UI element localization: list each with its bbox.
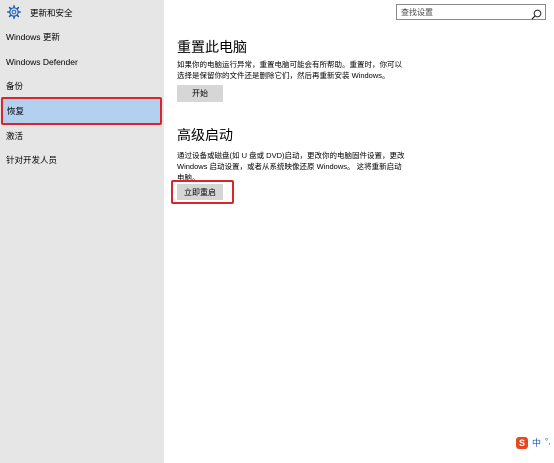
advanced-startup-description: 通过设备或磁盘(如 U 盘或 DVD)启动，更改你的电脑固件设置，更改 Wind…: [177, 151, 405, 182]
search-icon[interactable]: [531, 7, 542, 20]
advanced-startup-heading: 高级启动: [177, 127, 233, 143]
sidebar: 更新和安全 Windows 更新 Windows Defender 备份 恢复 …: [0, 0, 164, 463]
gear-icon: [7, 5, 21, 19]
ime-mode-indicator[interactable]: 中: [532, 436, 541, 449]
app-title: 更新和安全: [30, 8, 73, 18]
reset-pc-heading: 重置此电脑: [177, 39, 247, 55]
ime-tray[interactable]: S 中 °,: [516, 436, 554, 452]
sidebar-header: 更新和安全: [0, 0, 164, 26]
search-box[interactable]: [396, 4, 546, 20]
reset-pc-description: 如果你的电脑运行异常，重置电脑可能会有所帮助。重置时，你可以选择是保留你的文件还…: [177, 60, 402, 80]
sogou-logo-icon: S: [516, 437, 528, 449]
sidebar-item-for-developers[interactable]: 针对开发人员: [0, 148, 164, 172]
sidebar-item-windows-update[interactable]: Windows 更新: [0, 25, 164, 49]
settings-window: 更新和安全 Windows 更新 Windows Defender 备份 恢复 …: [0, 0, 554, 463]
restart-now-button[interactable]: 立即重启: [177, 184, 223, 200]
sidebar-item-windows-defender[interactable]: Windows Defender: [0, 50, 164, 74]
sidebar-item-activation[interactable]: 激活: [0, 124, 164, 148]
search-input[interactable]: [397, 5, 529, 19]
sidebar-item-recovery[interactable]: 恢复: [1, 97, 162, 125]
sidebar-item-backup[interactable]: 备份: [0, 74, 164, 98]
ime-punctuation-indicator[interactable]: °,: [545, 437, 550, 446]
start-reset-button[interactable]: 开始: [177, 85, 223, 102]
